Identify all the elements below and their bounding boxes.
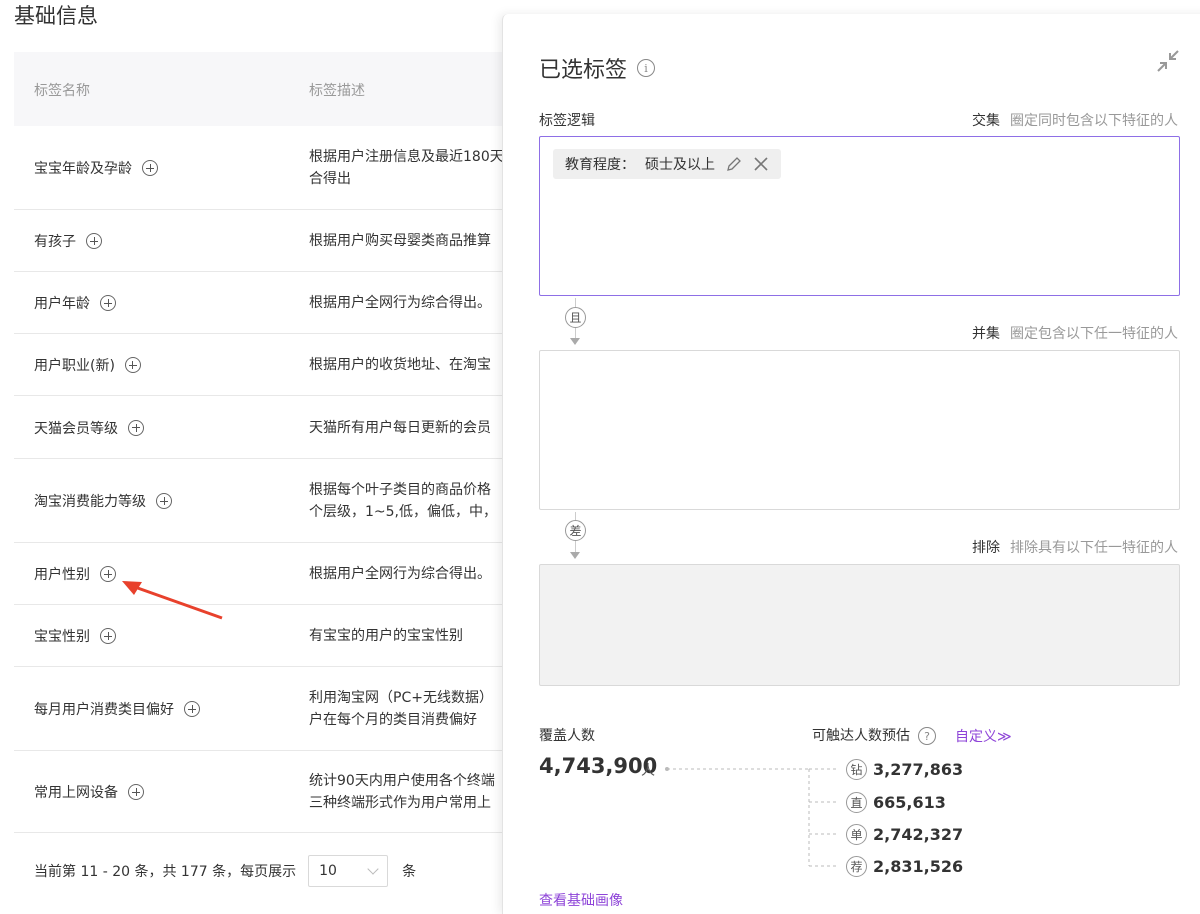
tag-name-cell: 每月用户消费类目偏好 (34, 699, 200, 719)
exclude-hint: 排除 排除具有以下任一特征的人 (972, 537, 1178, 557)
channel-badge: 荐 (846, 856, 867, 877)
union-label: 并集 (972, 326, 1000, 342)
tag-name: 天猫会员等级 (34, 420, 118, 437)
coverage-value: 4,743,900 (539, 754, 658, 778)
selected-tag-chip[interactable]: 教育程度： 硕士及以上 (553, 149, 781, 179)
tag-name: 淘宝消费能力等级 (34, 494, 146, 510)
collapse-icon[interactable] (1155, 48, 1181, 74)
tag-name-cell: 常用上网设备 (34, 782, 144, 802)
add-tag-icon[interactable] (128, 784, 144, 800)
logic-section-label: 标签逻辑 (539, 113, 595, 129)
pager: 当前第 11 - 20 条，共 177 条，每页展示 10 条 (34, 855, 416, 887)
intersection-hint: 交集 圈定同时包含以下特征的人 (972, 110, 1178, 130)
and-badge: 且 (565, 307, 586, 328)
reach-item: 荐 2,831,526 (846, 856, 963, 877)
intersection-label: 交集 (972, 113, 1000, 129)
page-title: 基础信息 (14, 4, 98, 28)
add-tag-icon[interactable] (86, 233, 102, 249)
add-tag-icon[interactable] (142, 160, 158, 176)
pager-unit: 条 (402, 864, 417, 880)
custom-link[interactable]: 自定义≫ (955, 726, 1012, 746)
edit-icon[interactable] (725, 155, 743, 173)
tag-name-cell: 宝宝性别 (34, 626, 116, 646)
add-tag-icon[interactable] (156, 493, 172, 509)
help-icon[interactable]: ? (918, 727, 936, 745)
add-tag-icon[interactable] (100, 295, 116, 311)
reach-tree-lines (665, 767, 839, 867)
exclude-box[interactable] (539, 564, 1180, 686)
reach-item: 钻 3,277,863 (846, 759, 963, 780)
add-tag-icon[interactable] (100, 566, 116, 582)
exclude-hint-text: 排除具有以下任一特征的人 (1010, 540, 1178, 556)
header-tag-desc: 标签描述 (309, 83, 365, 99)
diff-badge: 差 (565, 520, 586, 541)
tag-name-cell: 用户性别 (34, 564, 116, 584)
coverage-unit: 人 (641, 763, 655, 779)
reach-label: 可触达人数预估 (812, 728, 910, 744)
tag-name-cell: 宝宝年龄及孕龄 (34, 158, 158, 178)
tag-name-cell: 用户职业(新) (34, 355, 141, 375)
add-tag-icon[interactable] (124, 357, 141, 373)
tag-name-cell: 天猫会员等级 (34, 418, 144, 438)
tag-name: 用户职业(新) (34, 358, 115, 374)
channel-badge: 钻 (846, 759, 867, 780)
union-box[interactable] (539, 350, 1180, 510)
tag-name-cell: 用户年龄 (34, 293, 116, 313)
exclude-label: 排除 (972, 540, 1000, 556)
chevron-down-icon (367, 863, 379, 875)
reach-value: 2,831,526 (873, 857, 964, 876)
add-tag-icon[interactable] (100, 628, 116, 644)
reach-label-wrap: 可触达人数预估? (812, 725, 936, 745)
tag-name: 宝宝年龄及孕龄 (34, 161, 132, 177)
panel-title: 已选标签 i (539, 52, 656, 84)
tag-name: 宝宝性别 (34, 629, 90, 645)
tag-name: 有孩子 (34, 234, 76, 250)
union-hint: 并集 圈定包含以下任一特征的人 (972, 323, 1178, 343)
chip-key: 教育程度： (565, 157, 635, 173)
selected-tags-panel: 已选标签 i 标签逻辑 交集 圈定同时包含以下特征的人 教育程度： 硕士及以上 且 (502, 14, 1200, 914)
reach-item: 直 665,613 (846, 792, 946, 813)
tag-name-cell: 有孩子 (34, 231, 102, 251)
channel-badge: 直 (846, 792, 867, 813)
chip-value: 硕士及以上 (645, 157, 715, 173)
and-connector: 且 (565, 298, 587, 346)
tag-name: 常用上网设备 (34, 785, 118, 801)
tag-name: 用户年龄 (34, 296, 90, 312)
reach-value: 3,277,863 (873, 760, 964, 779)
pager-summary: 当前第 11 - 20 条，共 177 条，每页展示 (34, 864, 297, 880)
add-tag-icon[interactable] (184, 701, 200, 717)
close-icon[interactable] (753, 156, 769, 172)
coverage-label: 覆盖人数 (539, 728, 595, 744)
channel-badge: 单 (846, 824, 867, 845)
diff-connector: 差 (565, 512, 587, 560)
intersection-hint-text: 圈定同时包含以下特征的人 (1010, 113, 1178, 129)
add-tag-icon[interactable] (128, 419, 144, 436)
union-hint-text: 圈定包含以下任一特征的人 (1010, 326, 1178, 342)
intersection-box[interactable]: 教育程度： 硕士及以上 (539, 136, 1180, 296)
panel-title-text: 已选标签 (539, 58, 628, 83)
view-basic-profile-link[interactable]: 查看基础画像 (539, 890, 623, 910)
page-size-select[interactable]: 10 (308, 855, 389, 887)
red-arrow-annotation (122, 581, 223, 620)
page-size-value: 10 (319, 863, 337, 879)
tag-name: 用户性别 (34, 567, 90, 583)
header-tag-name: 标签名称 (34, 83, 90, 99)
tag-name: 每月用户消费类目偏好 (34, 702, 174, 718)
reach-value: 2,742,327 (873, 825, 964, 844)
tag-name-cell: 淘宝消费能力等级 (34, 491, 172, 511)
reach-value: 665,613 (873, 793, 946, 812)
info-icon[interactable]: i (637, 59, 656, 77)
reach-item: 单 2,742,327 (846, 824, 963, 845)
